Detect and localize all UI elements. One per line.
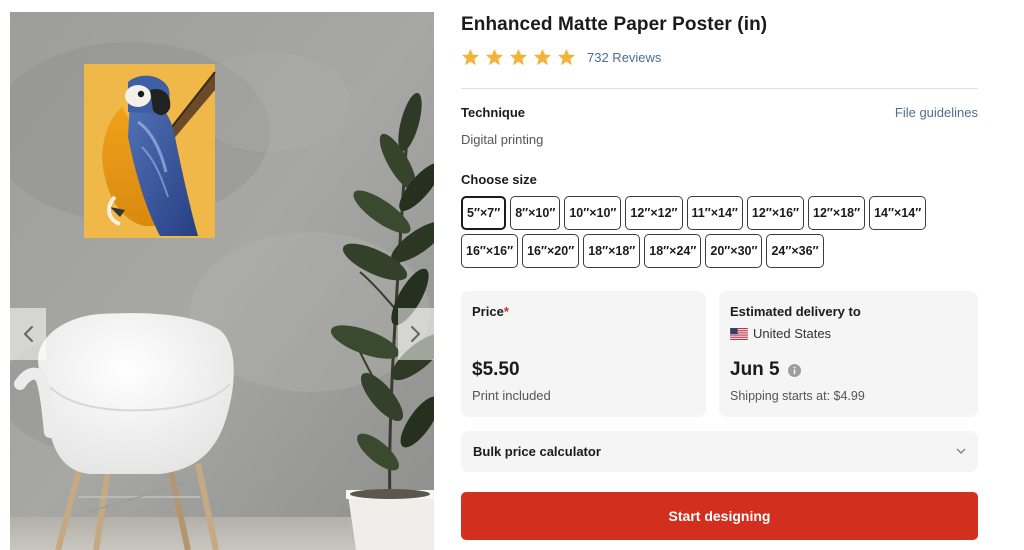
size-label: Choose size xyxy=(461,172,537,187)
star-icon xyxy=(509,48,528,66)
size-option[interactable]: 24″×36″ xyxy=(766,234,824,268)
chevron-down-icon xyxy=(956,448,966,455)
parrot-poster xyxy=(84,64,216,238)
size-options: 5″×7″ 8″×10″ 10″×10″ 12″×12″ 11″×14″ 12″×16″ 1… xyxy=(461,196,978,268)
product-mockup-image xyxy=(10,12,434,550)
start-designing-button[interactable]: Start designing xyxy=(461,492,978,540)
shipping-note: Shipping starts at: $4.99 xyxy=(730,389,865,403)
star-icon xyxy=(461,48,480,66)
gallery-prev-button[interactable] xyxy=(10,308,46,360)
size-option[interactable]: 12″×16″ xyxy=(746,196,805,230)
size-option[interactable]: 18″×18″ xyxy=(583,234,641,268)
bulk-price-calculator[interactable]: Bulk price calculator xyxy=(461,431,978,472)
delivery-date: Jun 5 xyxy=(730,359,801,381)
bulk-label: Bulk price calculator xyxy=(473,444,601,459)
gallery-next-button[interactable] xyxy=(398,308,434,360)
size-option[interactable]: 11″×14″ xyxy=(686,196,743,230)
product-details: Enhanced Matte Paper Poster (in) 732 Rev… xyxy=(461,0,978,550)
required-mark: * xyxy=(503,304,509,319)
delivery-label: Estimated delivery to xyxy=(730,304,861,319)
star-icon xyxy=(557,48,576,66)
country-name: United States xyxy=(753,326,832,341)
price-value: $5.50 xyxy=(472,359,520,380)
price-note: Print included xyxy=(472,388,551,403)
delivery-country[interactable]: United States xyxy=(730,326,831,341)
product-page: Enhanced Matte Paper Poster (in) 732 Rev… xyxy=(0,0,1024,550)
size-option[interactable]: 12″×18″ xyxy=(808,196,866,230)
delivery-card: Estimated delivery to United States Jun … xyxy=(719,291,978,417)
size-option[interactable]: 18″×24″ xyxy=(644,234,702,268)
size-option[interactable]: 16″×20″ xyxy=(522,234,580,268)
star-icon xyxy=(485,48,504,66)
file-guidelines-link[interactable]: File guidelines xyxy=(895,105,978,120)
us-flag-icon xyxy=(730,327,748,340)
technique-value: Digital printing xyxy=(461,132,544,147)
info-icon[interactable] xyxy=(787,363,801,377)
size-option[interactable]: 5″×7″ xyxy=(461,196,507,230)
size-option[interactable]: 12″×12″ xyxy=(625,196,683,230)
price-label: Price* xyxy=(472,304,509,319)
rating-summary: 732 Reviews xyxy=(461,48,661,67)
star-icon xyxy=(533,48,552,66)
reviews-link[interactable]: 732 Reviews xyxy=(587,50,661,65)
size-option[interactable]: 8″×10″ xyxy=(510,196,561,230)
product-image-gallery xyxy=(10,12,434,550)
chevron-right-icon xyxy=(411,326,421,342)
price-card: Price* $5.50 Print included xyxy=(461,291,706,417)
divider xyxy=(461,88,978,89)
size-option[interactable]: 16″×16″ xyxy=(461,234,519,268)
size-option[interactable]: 14″×14″ xyxy=(869,196,927,230)
product-title: Enhanced Matte Paper Poster (in) xyxy=(461,14,768,35)
size-option[interactable]: 20″×30″ xyxy=(705,234,763,268)
technique-label: Technique xyxy=(461,105,526,120)
size-option[interactable]: 10″×10″ xyxy=(564,196,622,230)
chevron-left-icon xyxy=(23,326,33,342)
star-rating xyxy=(461,48,576,67)
